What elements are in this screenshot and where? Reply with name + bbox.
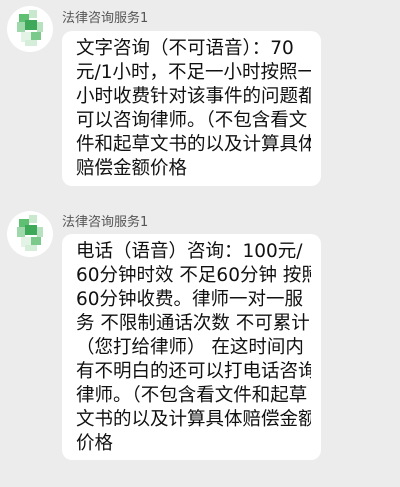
avatar[interactable] <box>7 6 53 52</box>
message-line: 可以咨询律师。（不包含看文 <box>76 110 308 131</box>
message-line: 60分钟收费。律师一对一服 <box>76 289 304 310</box>
message-line: 小时收费针对该事件的问题都 <box>76 86 311 107</box>
sender-name: 法律咨询服务1 <box>62 11 149 26</box>
message-line: 务 不限制通话次数 不可累计 <box>76 313 310 334</box>
message-bubble[interactable]: 电话（语音）咨询：100元/ 60分钟时效 不足60分钟 按照 60分钟收费。律… <box>62 234 321 460</box>
message-line: 60分钟时效 不足60分钟 按照 <box>76 265 311 286</box>
message-line: 电话（语音）咨询：100元/ <box>76 241 303 262</box>
sender-name: 法律咨询服务1 <box>62 215 149 230</box>
message-line: 件和起草文书的以及计算具体 <box>76 134 311 155</box>
pixelated-avatar-icon <box>17 10 43 46</box>
message-line: （您打给律师） 在这时间内 <box>76 337 304 358</box>
message-line: 文字咨询（不可语音）：70 <box>76 38 294 59</box>
message-line: 价格 <box>76 433 114 454</box>
message-line: 律师。（不包含看文件和起草 <box>76 385 308 406</box>
message-line: 有不明白的还可以打电话咨询 <box>76 361 311 382</box>
message-line: 文书的以及计算具体赔偿金额 <box>76 409 311 430</box>
message-line: 元/1小时，不足一小时按照一 <box>76 62 311 83</box>
pixelated-avatar-icon <box>17 215 43 251</box>
message-line: 赔偿金额价格 <box>76 158 188 179</box>
avatar[interactable] <box>7 211 53 257</box>
message-bubble[interactable]: 文字咨询（不可语音）：70 元/1小时，不足一小时按照一 小时收费针对该事件的问… <box>62 31 321 186</box>
